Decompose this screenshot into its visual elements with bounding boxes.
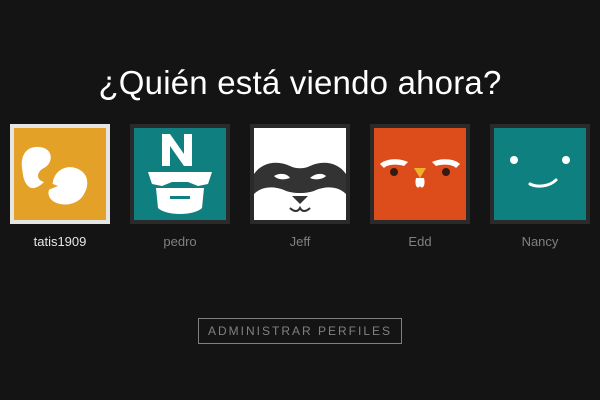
profile-name[interactable]: tatis1909: [10, 234, 110, 249]
profile-jeff[interactable]: Jeff: [250, 124, 350, 249]
avatar[interactable]: [490, 124, 590, 224]
profile-name[interactable]: Nancy: [490, 234, 590, 249]
profile-name[interactable]: Edd: [370, 234, 470, 249]
profile-pedro[interactable]: pedro: [130, 124, 230, 249]
avatar[interactable]: [250, 124, 350, 224]
avatar[interactable]: [370, 124, 470, 224]
smiley-face-icon: [494, 128, 586, 220]
masked-n-face-icon: [134, 128, 226, 220]
masked-dog-face-icon: [254, 128, 346, 220]
avatar[interactable]: [130, 124, 230, 224]
profile-name[interactable]: pedro: [130, 234, 230, 249]
profile-name[interactable]: Jeff: [250, 234, 350, 249]
profile-edd[interactable]: Edd: [370, 124, 470, 249]
yellow-blob-face-icon: [14, 128, 106, 220]
profile-nancy[interactable]: Nancy: [490, 124, 590, 249]
avatar[interactable]: [10, 124, 110, 224]
profile-tatis1909[interactable]: tatis1909: [10, 124, 110, 249]
manage-profiles-button[interactable]: ADMINISTRAR PERFILES: [198, 318, 402, 344]
page-title: ¿Quién está viendo ahora?: [98, 64, 502, 101]
chicken-face-icon: [374, 128, 466, 220]
